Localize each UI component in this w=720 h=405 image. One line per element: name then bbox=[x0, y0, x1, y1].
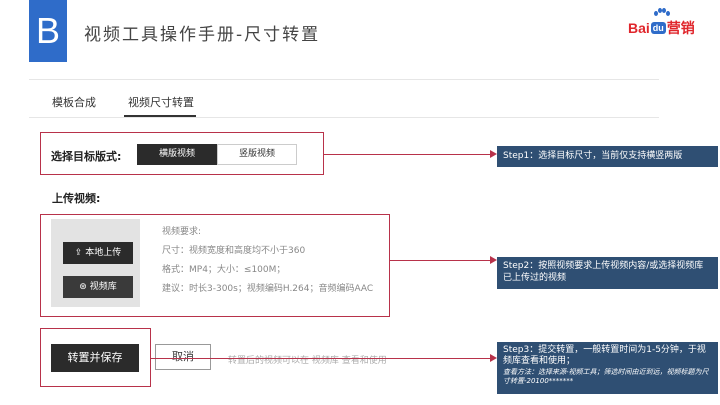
tab-video-resize[interactable]: 视频尺寸转置 bbox=[128, 94, 194, 110]
requirement-suggestion: 建议：时长3-300s；视频编码H.264；音频编码AAC bbox=[162, 284, 374, 294]
callout-step1: Step1：选择目标尺寸，当前仅支持横竖两版 bbox=[497, 146, 718, 167]
save-hint: 转置后的视频可以在 视频库 查看和使用 bbox=[228, 356, 387, 366]
landscape-video-button[interactable]: 横版视频 bbox=[137, 144, 217, 165]
portrait-video-button[interactable]: 竖版视频 bbox=[217, 144, 297, 165]
connector-line-step3 bbox=[151, 358, 495, 359]
callout-step3: Step3：提交转置，一般转置时间为1-5分钟，于视频库查看和使用； 查看方法：… bbox=[497, 342, 718, 394]
format-label: 选择目标版式: bbox=[51, 150, 122, 163]
tabs-divider bbox=[29, 117, 659, 118]
local-upload-button[interactable]: ⇪ 本地上传 bbox=[63, 242, 133, 264]
logo-b: B bbox=[29, 0, 67, 62]
connector-line-step2 bbox=[390, 260, 495, 261]
cancel-button[interactable]: 取消 bbox=[155, 344, 211, 370]
video-library-button[interactable]: ⊛ 视频库 bbox=[63, 276, 133, 298]
upload-label: 上传视频: bbox=[52, 192, 101, 205]
arrow-right-icon bbox=[490, 150, 497, 158]
tab-template-merge[interactable]: 模板合成 bbox=[52, 94, 96, 110]
local-upload-label: 本地上传 bbox=[85, 248, 122, 258]
baidu-paw-icon bbox=[654, 8, 670, 18]
video-library-label: 视频库 bbox=[89, 282, 117, 292]
header-divider bbox=[29, 79, 659, 80]
brand-yingxiao: 营销 bbox=[666, 20, 695, 36]
resize-and-save-button[interactable]: 转置并保存 bbox=[51, 344, 139, 372]
callout-step3-text: Step3：提交转置，一般转置时间为1-5分钟，于视频库查看和使用； bbox=[503, 345, 706, 366]
brand-bai: Bai bbox=[628, 20, 650, 36]
arrow-right-icon bbox=[490, 354, 497, 362]
callout-step2: Step2：按照视频要求上传视频内容/或选择视频库已上传过的视频 bbox=[497, 257, 718, 289]
film-reel-icon: ⊛ bbox=[79, 282, 87, 292]
arrow-right-icon bbox=[490, 256, 497, 264]
requirement-size: 尺寸：视频宽度和高度均不小于360 bbox=[162, 246, 306, 256]
upload-icon: ⇪ bbox=[74, 248, 83, 258]
page-title: 视频工具操作手册-尺寸转置 bbox=[84, 25, 321, 45]
requirement-format: 格式：MP4；大小：≤100M； bbox=[162, 265, 286, 275]
callout-step3-note: 查看方法：选择来源-视频工具；筛选时间由近到远，视频标题为尺寸转置-20100*… bbox=[503, 368, 709, 385]
connector-line-step1 bbox=[324, 154, 495, 155]
brand-du: du bbox=[650, 22, 666, 34]
requirements-title: 视频要求: bbox=[162, 227, 202, 237]
baidu-marketing-logo: Bai du 营销 bbox=[628, 8, 695, 38]
